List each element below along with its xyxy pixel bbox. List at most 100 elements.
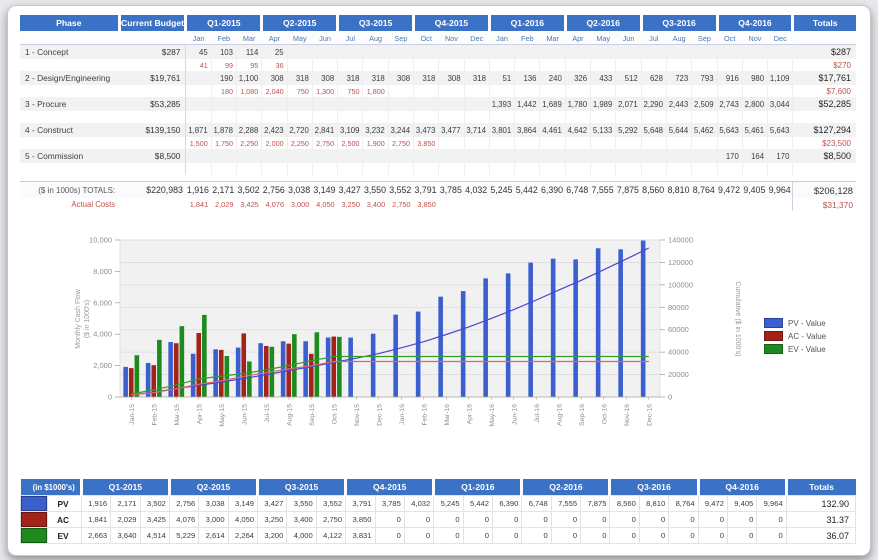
totals-cell: 4,032 xyxy=(464,182,489,199)
actual-cell xyxy=(742,137,767,149)
actual-cell xyxy=(565,163,590,175)
x-tick-label: Sep-15 xyxy=(309,404,316,426)
planned-cell xyxy=(338,149,363,163)
totals-budget: $220,983 xyxy=(119,182,186,199)
planned-cell: 2,071 xyxy=(616,97,641,111)
actual-cell xyxy=(666,137,691,149)
actual-cell: 750 xyxy=(287,85,312,97)
planned-cell: 5,292 xyxy=(616,123,641,137)
month-header: Jan xyxy=(186,31,211,45)
actual-costs-cell xyxy=(742,198,767,211)
value-cell: 8,560 xyxy=(610,496,639,512)
actual-costs-cell xyxy=(540,198,565,211)
actual-costs-cell: 4,050 xyxy=(312,198,337,211)
actual-cell xyxy=(616,163,641,175)
actual-cell: 1,080 xyxy=(236,85,261,97)
actual-cell xyxy=(515,85,540,97)
month-header: Aug xyxy=(363,31,388,45)
blank-cell xyxy=(119,59,186,71)
actual-cell xyxy=(641,111,666,123)
value-cell: 8,810 xyxy=(639,496,668,512)
planned-cell: 170 xyxy=(717,149,742,163)
actual-cell xyxy=(464,137,489,149)
actual-cell xyxy=(666,111,691,123)
actual-cell xyxy=(388,163,413,175)
planned-cell: 3,714 xyxy=(464,123,489,137)
value-cell: 2,171 xyxy=(111,496,140,512)
value-cell: 3,850 xyxy=(346,512,375,528)
bar-pv xyxy=(551,259,556,397)
value-cell: 2,614 xyxy=(199,528,228,544)
actual-cell xyxy=(489,111,514,123)
actual-cell xyxy=(287,111,312,123)
quarter-header: Q4-2016 xyxy=(717,15,793,31)
planned-cell: 1,393 xyxy=(489,97,514,111)
planned-cell: 45 xyxy=(186,45,211,60)
bar-pv xyxy=(123,367,128,397)
actual-costs-cell xyxy=(692,198,717,211)
right-axis: 020000400006000080000100000120000140000C… xyxy=(660,236,741,402)
series-label: EV xyxy=(48,528,82,544)
totals-cell: 7,555 xyxy=(591,182,616,199)
planned-cell xyxy=(464,149,489,163)
planned-cell: 326 xyxy=(565,71,590,85)
series-row-ac: AC1,8412,0293,4254,0763,0004,0503,2503,4… xyxy=(21,512,856,528)
value-cell: 3,502 xyxy=(140,496,169,512)
actual-cell xyxy=(616,59,641,71)
actual-costs-row: Actual Costs1,8412,0293,4254,0763,0004,0… xyxy=(20,198,856,211)
actual-cell: 1,500 xyxy=(186,137,211,149)
totals-label: ($ in 1000s) TOTALS: xyxy=(20,182,119,199)
x-tick-label: Jun-16 xyxy=(511,404,518,425)
left-tick-label: 4,000 xyxy=(93,330,112,339)
right-tick-label: 80000 xyxy=(668,303,689,312)
planned-cell xyxy=(363,149,388,163)
actual-cell xyxy=(515,111,540,123)
actual-cell xyxy=(338,111,363,123)
value-cell: 3,427 xyxy=(258,496,287,512)
actual-cell xyxy=(439,59,464,71)
phase-actual-row xyxy=(20,163,856,175)
planned-cell xyxy=(489,149,514,163)
actual-cell xyxy=(692,85,717,97)
phase-actual-total xyxy=(793,111,856,123)
actual-cell xyxy=(565,137,590,149)
grand-totals-row: ($ in 1000s) TOTALS:$220,9831,9162,1713,… xyxy=(20,182,856,199)
report-card: PhaseCurrent BudgetQ1-2015Q2-2015Q3-2015… xyxy=(7,5,871,556)
bar-pv xyxy=(236,348,241,397)
actual-cell xyxy=(363,163,388,175)
actual-cell xyxy=(489,85,514,97)
quarter-header: Q1-2015 xyxy=(81,479,169,496)
actual-cell xyxy=(717,59,742,71)
ac-color-swatch xyxy=(21,512,47,527)
planned-cell: 308 xyxy=(312,71,337,85)
bar-pv xyxy=(506,273,511,397)
actual-cell xyxy=(211,111,236,123)
actual-costs-cell xyxy=(489,198,514,211)
actual-cell xyxy=(211,163,236,175)
blank-cell xyxy=(119,198,186,211)
actual-cell xyxy=(591,163,616,175)
planned-cell xyxy=(287,45,312,60)
planned-cell: 5,133 xyxy=(591,123,616,137)
value-cell: 5,245 xyxy=(434,496,463,512)
phase-planned-row: 3 - Procure$53,2851,3931,4421,6891,7801,… xyxy=(20,97,856,111)
month-header: Aug xyxy=(666,31,691,45)
planned-cell: 3,473 xyxy=(414,123,439,137)
x-tick-label: Nov-15 xyxy=(354,404,361,426)
bar-pv xyxy=(348,338,353,397)
planned-cell xyxy=(666,149,691,163)
planned-cell: 136 xyxy=(515,71,540,85)
planned-cell xyxy=(388,149,413,163)
actual-costs-cell xyxy=(641,198,666,211)
planned-cell: 2,288 xyxy=(236,123,261,137)
legend-swatch xyxy=(764,318,783,328)
actual-cell xyxy=(464,163,489,175)
planned-cell xyxy=(338,45,363,60)
phase-budget: $53,285 xyxy=(119,97,186,111)
x-tick-label: Sep-16 xyxy=(579,404,586,426)
planned-cell xyxy=(312,97,337,111)
value-cell: 3,038 xyxy=(199,496,228,512)
planned-cell xyxy=(414,149,439,163)
bar-ev xyxy=(337,337,342,397)
phase-planned-row: 4 - Construct$139,1501,8711,8782,2882,42… xyxy=(20,123,856,137)
